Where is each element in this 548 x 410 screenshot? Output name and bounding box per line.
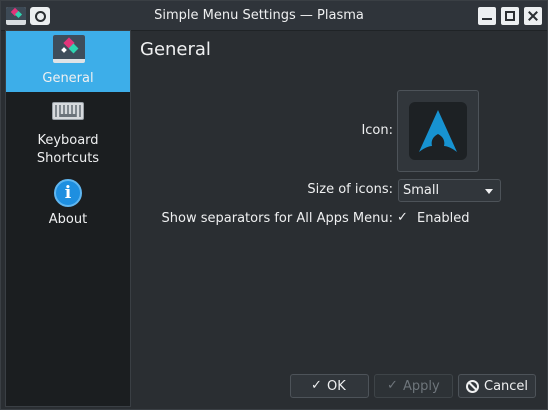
sidebar-item-label: General: [42, 71, 94, 86]
maximize-icon[interactable]: [501, 7, 519, 25]
check-icon: ✓: [311, 378, 322, 393]
check-icon: ✓: [387, 378, 398, 393]
info-icon: i: [54, 179, 82, 207]
separators-checkbox-label[interactable]: Enabled: [417, 211, 470, 226]
plasma-menu-icon[interactable]: [6, 7, 26, 25]
window-title: Simple Menu Settings — Plasma: [154, 8, 364, 23]
cancel-icon: [466, 380, 479, 393]
sidebar-item-keyboard-shortcuts[interactable]: Keyboard Shortcuts: [6, 93, 130, 171]
sidebar-item-about[interactable]: i About: [6, 176, 130, 236]
arch-linux-logo-icon: [419, 110, 457, 152]
title-bar[interactable]: Simple Menu Settings — Plasma: [1, 1, 547, 31]
icon-preview: [409, 102, 467, 160]
sidebar-item-general[interactable]: General: [6, 31, 130, 92]
cancel-button[interactable]: Cancel: [458, 374, 536, 398]
separators-checkbox[interactable]: ✓: [397, 210, 411, 226]
general-settings-icon: [53, 35, 85, 63]
pin-icon[interactable]: [30, 7, 50, 25]
size-label: Size of icons:: [307, 182, 393, 197]
chevron-down-icon: [485, 189, 493, 194]
ok-button[interactable]: ✓ OK: [290, 374, 369, 398]
icon-size-select[interactable]: Small: [398, 179, 501, 202]
settings-window: Simple Menu Settings — Plasma General Ke…: [0, 0, 548, 410]
sidebar: General Keyboard Shortcuts i About: [5, 30, 131, 407]
ok-label: OK: [327, 379, 346, 394]
minimize-icon[interactable]: [478, 7, 496, 25]
icon-picker-button[interactable]: [397, 90, 479, 172]
apply-label: Apply: [403, 379, 440, 394]
separators-label: Show separators for All Apps Menu:: [161, 211, 393, 226]
sidebar-item-label: Keyboard Shortcuts: [36, 133, 100, 166]
icon-label: Icon:: [361, 123, 393, 138]
icon-size-value: Small: [403, 183, 440, 198]
apply-button[interactable]: ✓ Apply: [374, 374, 453, 398]
sidebar-item-label: About: [48, 212, 88, 227]
page-title: General: [140, 39, 211, 60]
cancel-label: Cancel: [484, 379, 529, 394]
keyboard-icon: [52, 102, 84, 120]
close-icon[interactable]: [524, 7, 542, 25]
